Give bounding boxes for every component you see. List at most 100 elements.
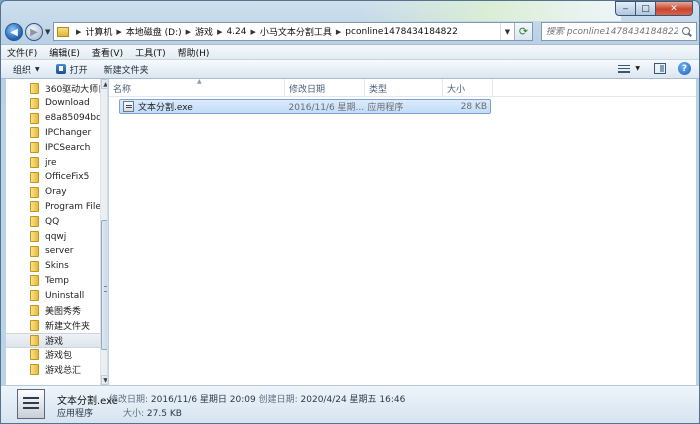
navigation-pane: 游戏总汇 游戏包 游戏 新建文件夹 美图秀秀 Uninstall Temp Skins serv…: [6, 79, 108, 385]
maximize-button[interactable]: □: [635, 1, 655, 16]
sidebar-item-label: jre: [45, 157, 57, 168]
created-value: 2020/4/24 星期五 16:46: [300, 395, 406, 405]
file-date: 2016/11/6 星期...: [288, 103, 365, 113]
sidebar-item[interactable]: 新建文件夹: [30, 318, 100, 333]
sidebar-item[interactable]: QQ: [30, 214, 100, 229]
executable-file-icon: [123, 101, 134, 112]
size-label: 大小:: [123, 409, 145, 419]
recent-pages-chevron-icon[interactable]: ▼: [45, 28, 50, 36]
sidebar-item[interactable]: 游戏: [6, 332, 100, 348]
modified-value: 2016/11/6 星期日 20:09: [150, 395, 256, 405]
folder-icon: [30, 157, 39, 168]
folder-icon: [30, 364, 39, 376]
chevron-right-icon[interactable]: ▶: [251, 28, 256, 36]
modified-label: 修改日期:: [109, 395, 149, 405]
sidebar-item[interactable]: Temp: [30, 273, 100, 288]
breadcrumb-424[interactable]: 4.24: [226, 27, 246, 37]
organize-button[interactable]: 组织 ▼: [13, 63, 40, 76]
folder-icon: [30, 186, 39, 198]
sidebar-item[interactable]: Oray: [30, 185, 100, 200]
menu-bar: 文件(F) 编辑(E) 查看(V) 工具(T) 帮助(H): [1, 44, 699, 59]
sidebar-item[interactable]: IPCSearch: [30, 140, 100, 155]
sidebar-item[interactable]: jre: [30, 155, 100, 170]
menu-file[interactable]: 文件(F): [7, 46, 37, 59]
sidebar-item[interactable]: server: [30, 244, 100, 259]
file-list-pane[interactable]: 名称 修改日期 类型 大小 ▲ 文本分割.exe 2016/11/6 星期...…: [109, 78, 696, 385]
command-bar: 组织 ▼ 打开 新建文件夹 ▼ ?: [1, 59, 699, 79]
scroll-thumb[interactable]: [101, 220, 107, 350]
search-icon[interactable]: [682, 26, 692, 37]
refresh-icon[interactable]: ⟳: [514, 23, 532, 40]
folder-icon: [30, 216, 39, 228]
sidebar-item[interactable]: qqwj: [30, 229, 100, 244]
folder-icon: [57, 26, 69, 37]
chevron-down-icon[interactable]: ▼: [635, 65, 640, 72]
sidebar-item[interactable]: 游戏总汇: [30, 362, 100, 377]
chevron-right-icon[interactable]: ▶: [116, 28, 121, 36]
open-button[interactable]: 打开: [55, 63, 88, 76]
help-icon[interactable]: ?: [678, 62, 691, 75]
folder-icon: [30, 201, 39, 213]
minimize-button[interactable]: ‒: [615, 1, 635, 16]
breadcrumb-splitter-tool[interactable]: 小马文本分割工具: [260, 25, 332, 38]
scroll-down-arrow[interactable]: ▼: [101, 375, 107, 385]
sidebar-item-label: 游戏包: [45, 351, 73, 362]
column-size[interactable]: 大小: [443, 79, 493, 97]
chevron-right-icon[interactable]: ▶: [217, 28, 222, 36]
search-input[interactable]: [546, 26, 678, 37]
sidebar-item-label: IPCSearch: [45, 142, 91, 153]
menu-view[interactable]: 查看(V): [92, 46, 123, 59]
column-type[interactable]: 类型: [365, 79, 443, 97]
sidebar-item-label: Oray: [45, 187, 67, 198]
explorer-window: ‒ □ ✕ ◀ ▶ ▼ ▶ 计算机 ▶ 本地磁盘 (D:) ▶ 游戏 ▶ 4.2…: [0, 0, 700, 424]
sidebar-item-label: Skins: [45, 261, 69, 272]
sidebar-item[interactable]: OfficeFix5: [30, 170, 100, 185]
table-row[interactable]: 文本分割.exe 2016/11/6 星期... 应用程序 28 KB: [119, 99, 491, 114]
sidebar-item-label: 新建文件夹: [45, 321, 91, 332]
sidebar-item[interactable]: Uninstall: [30, 288, 100, 303]
new-folder-label: 新建文件夹: [103, 65, 149, 76]
column-date[interactable]: 修改日期: [285, 79, 365, 97]
breadcrumb-current-folder[interactable]: pconline1478434184822: [345, 27, 458, 37]
sidebar-item[interactable]: 游戏包: [30, 347, 100, 362]
sidebar-item[interactable]: Skins: [30, 259, 100, 274]
menu-edit[interactable]: 编辑(E): [49, 46, 80, 59]
title-bar-decoration: [361, 1, 621, 21]
sidebar-item-label: Temp: [45, 275, 69, 286]
sidebar-item[interactable]: Program Files: [30, 199, 100, 214]
open-icon: [55, 64, 66, 74]
file-size: 28 KB: [460, 101, 487, 112]
address-history-chevron-icon[interactable]: ▼: [500, 23, 514, 40]
sidebar-item-label: qqwj: [45, 231, 67, 242]
new-folder-button[interactable]: 新建文件夹: [104, 63, 149, 76]
nav-scrollbar[interactable]: ▲ ▼: [100, 79, 107, 385]
breadcrumb-computer[interactable]: 计算机: [85, 25, 112, 38]
sidebar-item[interactable]: 360驱动大师目: [30, 81, 100, 96]
menu-help[interactable]: 帮助(H): [178, 46, 210, 59]
chevron-right-icon[interactable]: ▶: [336, 28, 341, 36]
forward-button[interactable]: ▶: [25, 23, 43, 41]
scroll-up-arrow[interactable]: ▲: [101, 79, 107, 89]
sidebar-item[interactable]: e8a85094bdb: [30, 111, 100, 126]
created-label: 创建日期:: [258, 395, 298, 405]
chevron-right-icon[interactable]: ▶: [76, 28, 81, 36]
details-pane: 文本分割.exe 应用程序 修改日期: 2016/11/6 星期日 20:09 …: [1, 385, 699, 423]
breadcrumb-drive-d[interactable]: 本地磁盘 (D:): [126, 25, 182, 38]
sidebar-item-label: OfficeFix5: [45, 172, 90, 183]
folder-icon: [30, 171, 39, 183]
close-button[interactable]: ✕: [655, 1, 693, 16]
sidebar-item-label: server: [45, 246, 74, 257]
sidebar-item[interactable]: Download: [30, 96, 100, 111]
sidebar-item-label: Uninstall: [45, 290, 85, 301]
chevron-right-icon[interactable]: ▶: [186, 28, 191, 36]
sidebar-item[interactable]: 美图秀秀: [30, 303, 100, 318]
back-button[interactable]: ◀: [5, 23, 23, 41]
sidebar-item[interactable]: IPChanger: [30, 125, 100, 140]
address-bar[interactable]: ▶ 计算机 ▶ 本地磁盘 (D:) ▶ 游戏 ▶ 4.24 ▶ 小马文本分割工具…: [53, 22, 533, 41]
search-box[interactable]: [541, 22, 697, 41]
view-options-icon[interactable]: [617, 63, 631, 75]
menu-tools[interactable]: 工具(T): [135, 46, 166, 59]
preview-pane-icon[interactable]: [654, 63, 666, 74]
folder-icon: [30, 231, 39, 242]
breadcrumb-games[interactable]: 游戏: [195, 25, 213, 38]
